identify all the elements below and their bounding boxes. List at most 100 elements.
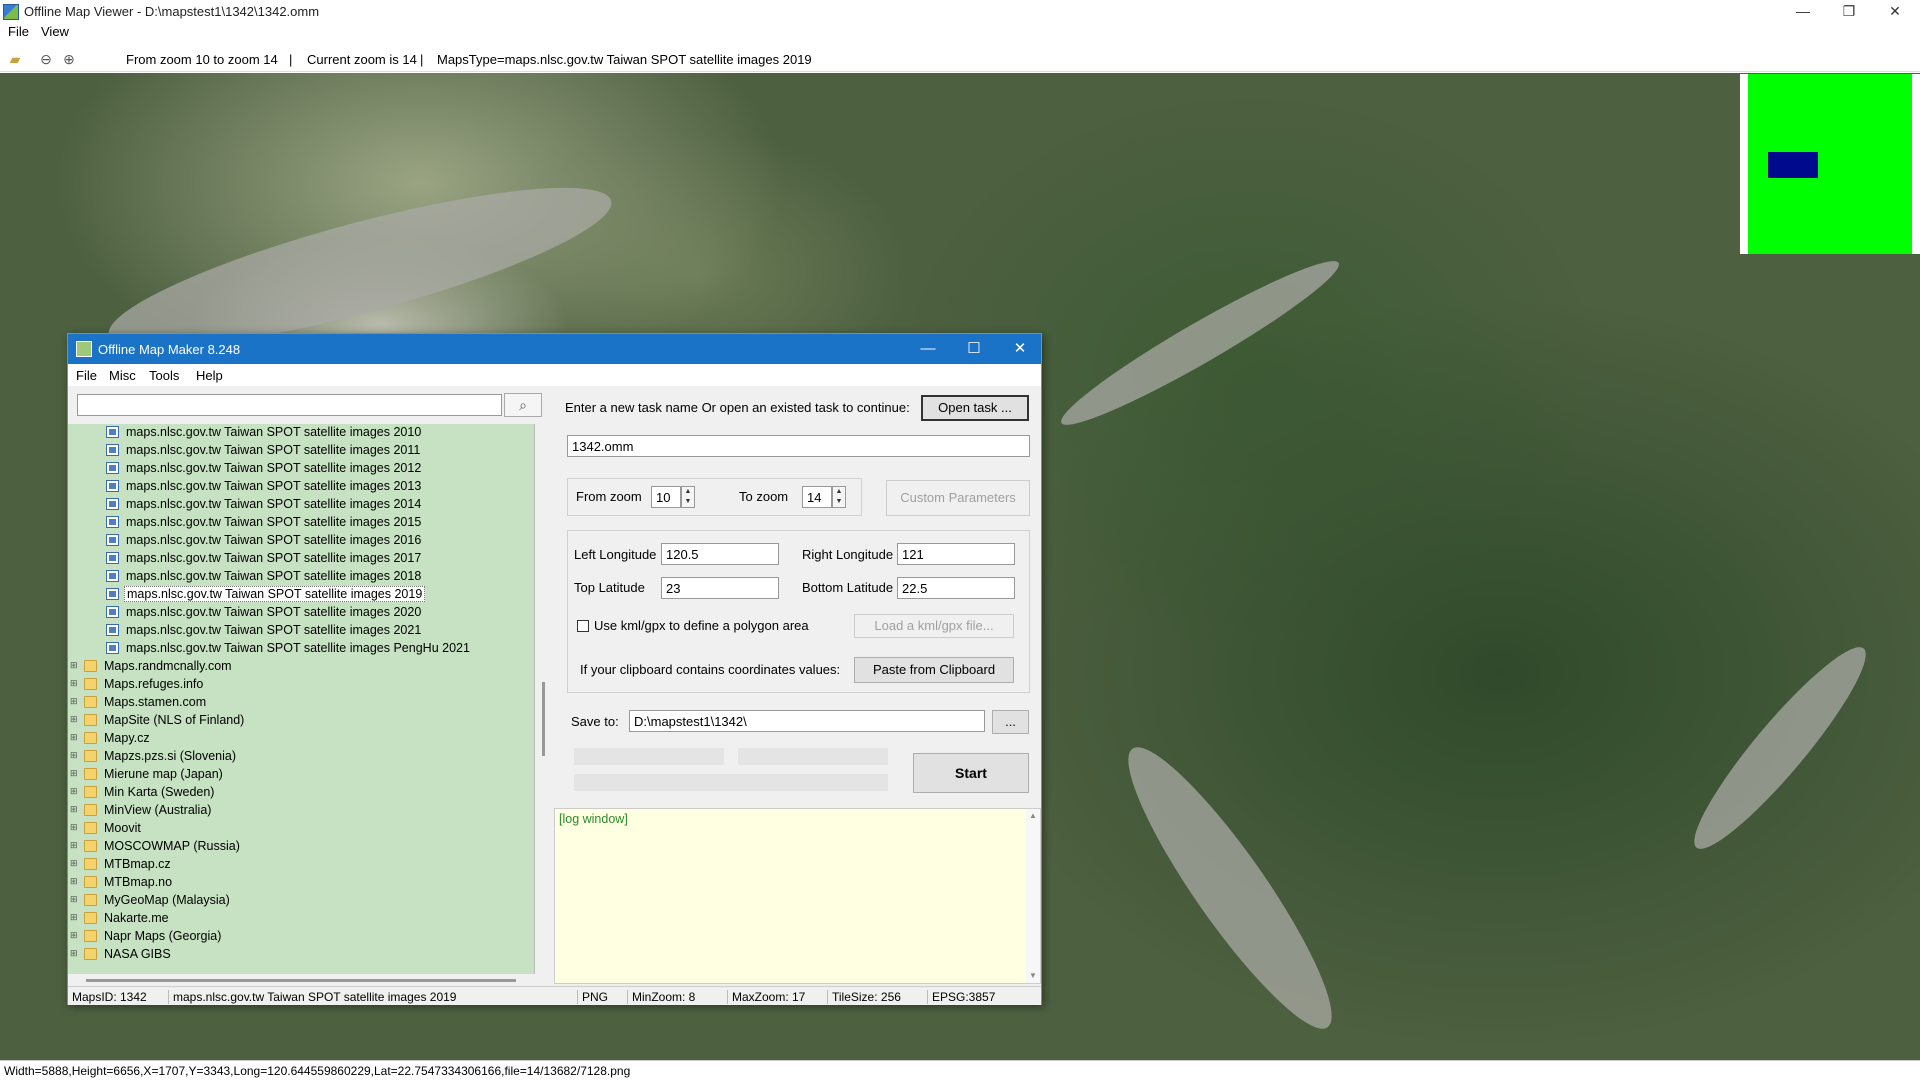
zoom-out-icon[interactable]: ⊖ — [37, 50, 55, 68]
scroll-up-icon[interactable]: ▲ — [1029, 811, 1037, 820]
river-bed — [1103, 728, 1357, 1048]
expand-icon[interactable]: ⊞ — [70, 823, 79, 832]
dialog-menu-bar: File Misc Tools Help — [68, 364, 1041, 386]
search-icon[interactable]: ⌕ — [504, 393, 542, 417]
from-zoom-spinner[interactable]: ▲ ▼ — [681, 486, 695, 508]
expand-icon[interactable]: ⊞ — [70, 679, 79, 688]
right-longitude-label: Right Longitude — [802, 547, 894, 562]
folder-icon — [84, 732, 97, 744]
dialog-minimize-button[interactable]: — — [908, 338, 948, 360]
bottom-latitude-label: Bottom Latitude — [802, 580, 894, 595]
toolbar-separator: | — [289, 52, 293, 67]
custom-parameters-button[interactable]: Custom Parameters — [886, 480, 1030, 516]
zoom-range-text: From zoom 10 to zoom 14 — [126, 52, 278, 67]
dialog-menu-help[interactable]: Help — [196, 368, 223, 383]
to-zoom-input[interactable]: 14 — [802, 486, 832, 508]
to-zoom-spinner[interactable]: ▲ ▼ — [832, 486, 846, 508]
zoom-in-icon[interactable]: ⊕ — [60, 50, 78, 68]
left-longitude-label: Left Longitude — [574, 547, 657, 562]
expand-icon[interactable]: ⊞ — [70, 841, 79, 850]
minimize-button[interactable]: — — [1780, 0, 1826, 22]
viewer-title-bar: Offline Map Viewer - D:\mapstest1\1342\1… — [0, 0, 1920, 24]
maps-name-status: maps.nlsc.gov.tw Taiwan SPOT satellite i… — [168, 990, 456, 1004]
map-node-icon — [106, 570, 119, 582]
overview-minimap[interactable] — [1740, 74, 1920, 254]
expand-icon[interactable]: ⊞ — [70, 895, 79, 904]
start-button[interactable]: Start — [913, 753, 1029, 793]
viewer-menu-bar: File View — [0, 22, 1920, 42]
viewer-title: Offline Map Viewer - D:\mapstest1\1342\1… — [24, 4, 320, 19]
close-button[interactable]: ✕ — [1872, 0, 1918, 22]
maximize-button[interactable]: ❐ — [1826, 0, 1872, 22]
to-zoom-label: To zoom — [739, 489, 789, 504]
top-latitude-input[interactable]: 23 — [661, 577, 779, 599]
progress-bar — [738, 748, 888, 765]
dialog-maximize-button[interactable]: ☐ — [954, 338, 994, 360]
expand-icon[interactable]: ⊞ — [70, 787, 79, 796]
from-zoom-input[interactable]: 10 — [651, 486, 681, 508]
expand-icon[interactable]: ⊞ — [70, 877, 79, 886]
offline-map-maker-window: Offline Map Maker 8.248 — ☐ ✕ File Misc … — [67, 333, 1042, 1005]
map-node-icon — [106, 444, 119, 456]
folder-icon — [84, 840, 97, 852]
log-window[interactable]: [log window] ▲ ▼ — [554, 808, 1041, 984]
toolbar-separator: | — [420, 52, 424, 67]
dialog-close-button[interactable]: ✕ — [1000, 338, 1040, 360]
maps-search-input[interactable] — [77, 394, 502, 416]
maps-type-text: MapsType=maps.nlsc.gov.tw Taiwan SPOT sa… — [437, 52, 812, 67]
dialog-menu-misc[interactable]: Misc — [109, 368, 136, 383]
expand-icon[interactable]: ⊞ — [70, 769, 79, 778]
scroll-down-icon[interactable]: ▼ — [1029, 971, 1037, 980]
folder-icon — [84, 786, 97, 798]
expand-icon[interactable]: ⊞ — [70, 697, 79, 706]
expand-icon[interactable]: ⊞ — [70, 913, 79, 922]
menu-view[interactable]: View — [41, 24, 69, 39]
overview-viewport-box[interactable] — [1768, 152, 1818, 178]
right-longitude-input[interactable]: 121 — [897, 543, 1015, 565]
progress-bar — [574, 774, 888, 791]
task-name-input[interactable]: 1342.omm — [567, 435, 1030, 457]
maps-tree[interactable]: maps.nlsc.gov.tw Taiwan SPOT satellite i… — [68, 424, 535, 974]
expand-icon[interactable]: ⊞ — [70, 733, 79, 742]
dialog-title: Offline Map Maker 8.248 — [98, 342, 241, 357]
expand-icon[interactable]: ⊞ — [70, 715, 79, 724]
expand-icon[interactable]: ⊞ — [70, 751, 79, 760]
kml-checkbox-label: Use kml/gpx to define a polygon area — [594, 618, 809, 633]
scroll-thumb[interactable] — [86, 979, 516, 982]
folder-icon — [84, 714, 97, 726]
expand-icon[interactable]: ⊞ — [70, 805, 79, 814]
bottom-latitude-input[interactable]: 22.5 — [897, 577, 1015, 599]
open-task-button[interactable]: Open task ... — [921, 395, 1029, 421]
paste-from-clipboard-button[interactable]: Paste from Clipboard — [854, 657, 1014, 683]
map-node-icon — [106, 552, 119, 564]
folder-icon — [84, 768, 97, 780]
map-node-icon — [106, 606, 119, 618]
folder-icon — [84, 894, 97, 906]
map-node-icon — [106, 480, 119, 492]
dialog-menu-file[interactable]: File — [76, 368, 97, 383]
open-folder-icon[interactable]: ▰ — [6, 50, 24, 68]
folder-icon — [84, 750, 97, 762]
expand-icon[interactable]: ⊞ — [70, 949, 79, 958]
folder-icon — [84, 660, 97, 672]
expand-icon[interactable]: ⊞ — [70, 661, 79, 670]
kml-checkbox[interactable] — [577, 620, 589, 632]
tree-horizontal-scrollbar[interactable] — [68, 975, 535, 985]
tree-vertical-scrollbar[interactable] — [540, 424, 548, 974]
left-longitude-input[interactable]: 120.5 — [661, 543, 779, 565]
log-scrollbar[interactable]: ▲ ▼ — [1026, 809, 1040, 983]
dialog-menu-tools[interactable]: Tools — [149, 368, 179, 383]
map-node-icon — [106, 624, 119, 636]
folder-icon — [84, 822, 97, 834]
expand-icon[interactable]: ⊞ — [70, 931, 79, 940]
folder-icon — [84, 804, 97, 816]
browse-folder-button[interactable]: ... — [992, 710, 1029, 734]
expand-icon[interactable]: ⊞ — [70, 859, 79, 868]
menu-file[interactable]: File — [8, 24, 29, 39]
current-zoom-text: Current zoom is 14 — [307, 52, 417, 67]
scroll-thumb[interactable] — [542, 682, 545, 756]
map-maker-app-icon — [76, 341, 92, 357]
load-kml-button[interactable]: Load a kml/gpx file... — [854, 614, 1014, 638]
top-latitude-label: Top Latitude — [574, 580, 645, 595]
save-to-input[interactable]: D:\mapstest1\1342\ — [629, 710, 985, 732]
